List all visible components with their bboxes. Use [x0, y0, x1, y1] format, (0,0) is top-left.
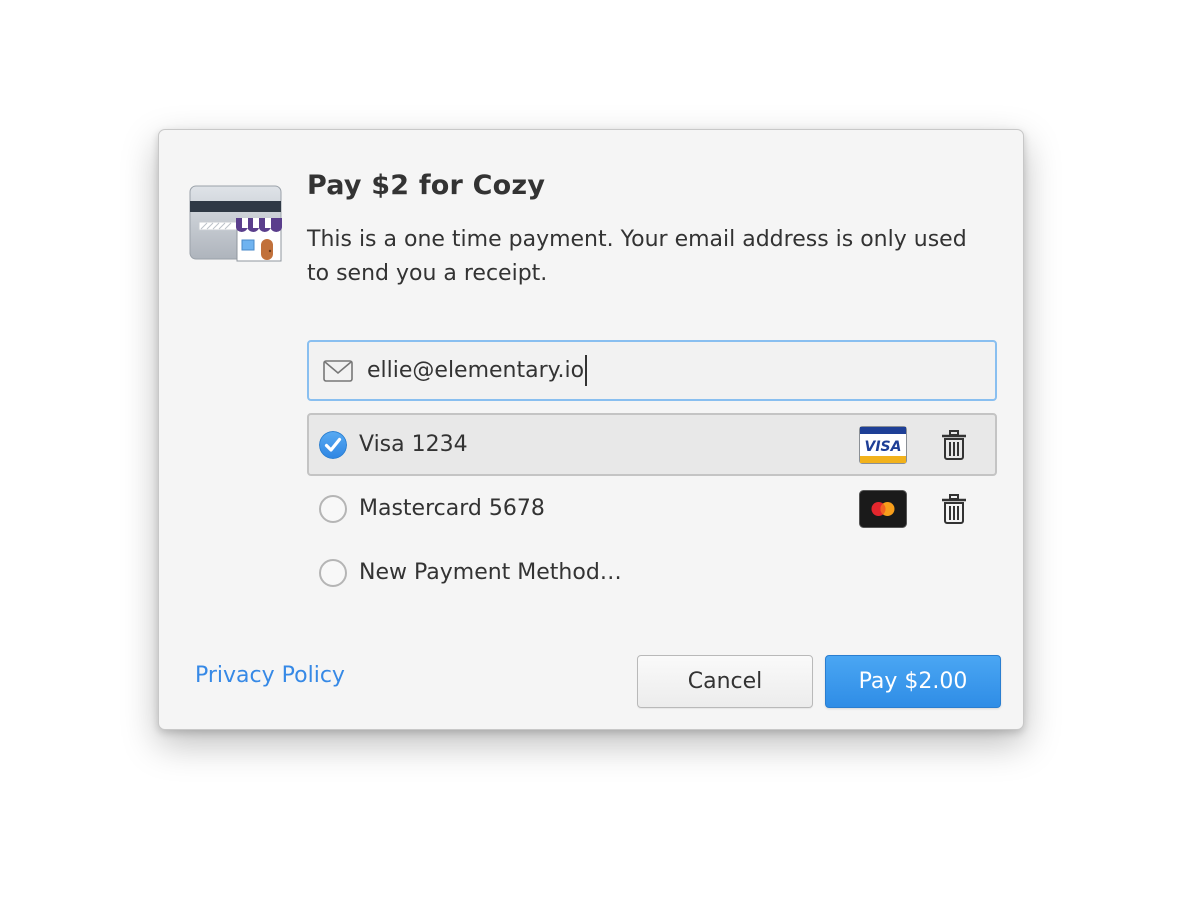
email-field[interactable]: ellie@elementary.io [307, 340, 997, 401]
dialog-title: Pay $2 for Cozy [307, 170, 546, 201]
visa-logo-icon: VISA [859, 426, 907, 464]
radio-checked-icon[interactable] [319, 430, 347, 459]
payment-option-label: Mastercard 5678 [359, 496, 545, 521]
text-caret [585, 355, 588, 386]
trash-icon[interactable] [941, 494, 967, 524]
email-value[interactable]: ellie@elementary.io [367, 358, 584, 383]
payment-option-label: Visa 1234 [359, 432, 468, 457]
payment-option-label: New Payment Method… [359, 560, 622, 585]
svg-text:VISA: VISA [865, 439, 902, 455]
store-card-icon [189, 185, 282, 262]
mastercard-logo-icon [859, 490, 907, 528]
trash-icon[interactable] [941, 430, 967, 460]
dialog-description: This is a one time payment. Your email a… [307, 227, 967, 286]
pay-button[interactable]: Pay $2.00 [825, 655, 1001, 708]
payment-option-visa[interactable]: Visa 1234 VISA [307, 413, 997, 476]
cancel-button[interactable]: Cancel [637, 655, 813, 708]
mail-icon [323, 359, 353, 382]
privacy-policy-link[interactable]: Privacy Policy [195, 663, 345, 688]
radio-unchecked-icon[interactable] [319, 558, 347, 587]
payment-option-new[interactable]: New Payment Method… [307, 541, 997, 604]
radio-unchecked-icon[interactable] [319, 494, 347, 523]
payment-option-mastercard[interactable]: Mastercard 5678 [307, 477, 997, 540]
payment-dialog: Pay $2 for Cozy This is a one time payme… [158, 129, 1024, 730]
